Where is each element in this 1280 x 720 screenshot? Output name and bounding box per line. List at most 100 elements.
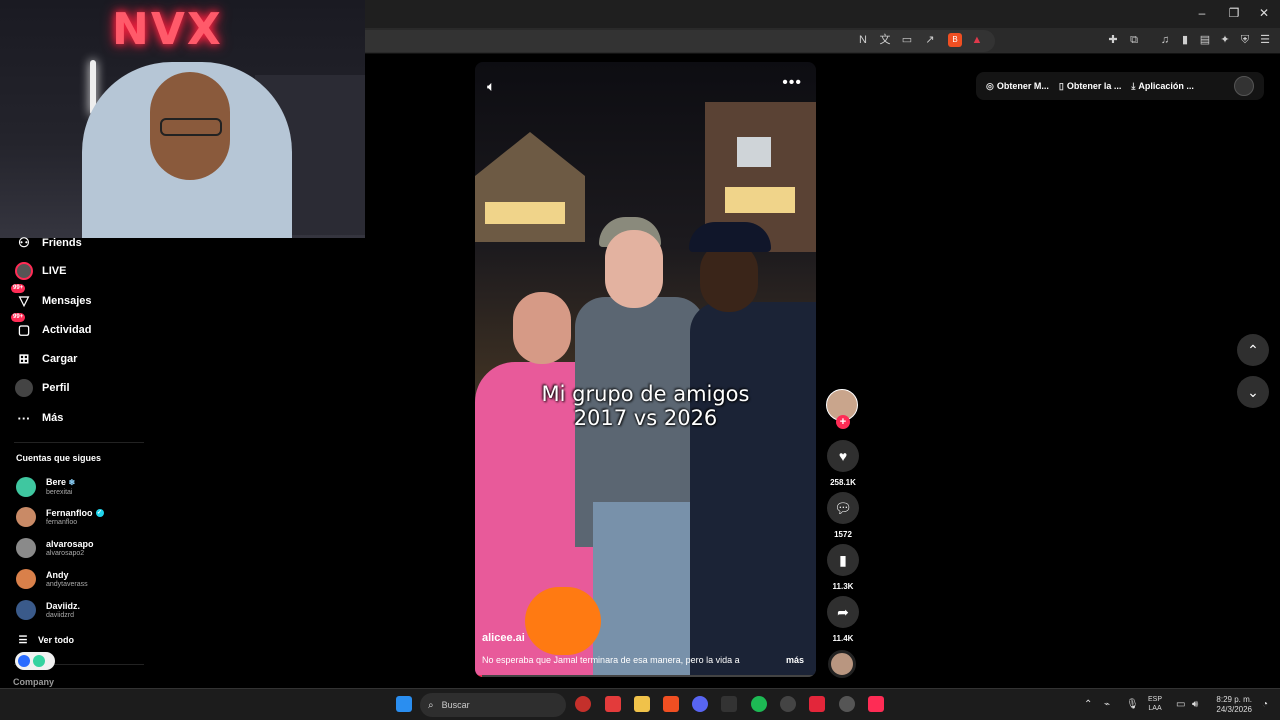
following-name: Fernanfloo [46,507,93,518]
app-icon[interactable] [721,696,737,712]
get-app-link[interactable]: ▯ Obtener la ... [1059,81,1121,92]
language-indicator[interactable]: ESP LAA [1148,695,1162,713]
following-item[interactable]: alvarosapo alvarosapo2 [16,536,94,560]
notification-icon[interactable]: ◔ [1262,699,1268,710]
clock-date: 24/3/2026 [1216,705,1252,714]
like-action[interactable]: ♥ 258.1K [826,440,860,487]
webcam-overlay: NVX [0,0,365,238]
snowflake-icon: ❄ [68,478,76,487]
wallet-icon[interactable]: ▤ [1198,33,1212,47]
obs-icon[interactable] [809,696,825,712]
following-item[interactable]: Andy andytaverass [16,567,88,591]
volume-tray-icon[interactable]: 🔊︎ [1192,699,1198,710]
share-icon[interactable]: ↗ [923,33,937,47]
sidebar-item-activity[interactable]: ▢ 99+ Actividad [11,313,92,342]
follow-plus-icon[interactable]: + [836,415,850,429]
more-link[interactable]: más [786,655,804,665]
clock[interactable]: 8:29 p. m. 24/3/2026 [1210,695,1252,715]
no-ads-icon[interactable]: N [856,33,870,47]
see-all-link[interactable]: ☰ Ver todo [16,628,75,652]
heart-icon[interactable]: ♥ [827,440,859,472]
windows-start-icon[interactable] [396,696,412,712]
next-video-button[interactable]: ⌄ [1237,376,1269,408]
translate-icon[interactable]: 文 [878,33,892,47]
following-username: berexitai [46,489,73,496]
comment-count: 1572 [834,530,852,539]
screen: – ❐ ✕ N 文 ▭ ↗ B ▲ ✚ ⧉ ♫ ▮ ▤ ✦ ⛨ ☰ NVX ⚇ … [0,0,1280,720]
sidebar-toggle-icon[interactable]: ▮ [1178,33,1192,47]
tray-chevron-icon[interactable]: ⌃ [1084,699,1092,710]
taskbar-search[interactable]: ⌕ Buscar [420,693,566,717]
progress-fill [475,675,482,677]
vpn-icon[interactable]: ⛨ [1238,33,1252,47]
lang-line: LAA [1148,705,1162,712]
spotify-icon[interactable] [751,696,767,712]
sidebar-item-profile[interactable]: Perfil [14,376,70,400]
progress-bar[interactable] [475,675,816,677]
sidebar-item-label: Actividad [42,324,92,336]
more-icon: ··· [17,410,31,426]
discord-icon[interactable] [692,696,708,712]
desktop-app-link[interactable]: ⤓ Aplicación ... [1131,81,1194,92]
restore-icon[interactable]: ❐ [1227,6,1241,20]
sidebar-item-label: Perfil [42,382,70,394]
effect-icon [18,655,30,667]
share-arrow-icon[interactable]: ➦ [827,596,859,628]
brave-shields-icon[interactable]: B [948,33,962,47]
lang-line: ESP [1148,696,1163,703]
close-icon[interactable]: ✕ [1257,6,1271,20]
brave-rewards-icon[interactable]: ▲ [970,33,984,47]
neon-sign: NVX [112,4,223,55]
steam-icon[interactable] [780,696,796,712]
user-avatar[interactable] [1234,76,1254,96]
video-author[interactable]: alicee.ai [482,632,525,644]
music-disc-icon[interactable] [828,650,856,678]
caption-line: 2017 vs 2026 [573,406,718,430]
share-count: 11.4K [832,634,854,643]
save-action[interactable]: ▮ 11.3K [826,544,860,591]
sidebar-item-upload[interactable]: ⊞ Cargar [14,347,78,371]
following-item[interactable]: Bere ❄ berexitai [16,475,75,499]
video-player[interactable]: Mi grupo de amigos 2017 vs 2026 🔈︎ ••• a… [475,62,816,677]
comment-action[interactable]: 💬︎ 1572 [826,492,860,539]
media-player-icon[interactable] [575,696,591,712]
previous-video-button[interactable]: ⌃ [1237,334,1269,366]
effect-house-button[interactable] [15,652,55,670]
windows-taskbar: ⌕ Buscar ⌃ ⌁ 🎙︎ ESP LAA ▭ 🔊︎ 8:29 p. m. … [0,688,1280,720]
extensions-icon[interactable]: ✚ [1106,33,1120,47]
browser-titlebar: – ❐ ✕ [365,0,1280,28]
following-item[interactable]: Fernanfloo ✓ fernanfloo [16,505,104,529]
profile-icon [14,378,34,398]
network-icon[interactable]: ⌁ [1104,699,1110,710]
get-coins-link[interactable]: ◎ Obtener M... [986,81,1049,92]
comment-icon[interactable]: 💬︎ [827,492,859,524]
microphone-icon[interactable]: 🎙︎ [1126,699,1139,710]
boy-face [605,230,663,308]
cop-face [700,242,758,312]
tab-search-icon[interactable]: ⧉ [1127,33,1141,47]
brave-browser-icon[interactable] [663,696,679,712]
sidebar-item-live[interactable]: LIVE [14,259,66,283]
sidebar-item-friends[interactable]: ⚇ Friends [14,231,82,255]
company-link[interactable]: Company [13,677,54,687]
bookmark-icon[interactable]: ▮ [827,544,859,576]
activity-badge: 99+ [11,313,26,322]
minimize-icon[interactable]: – [1195,6,1209,20]
app-icon[interactable] [605,696,621,712]
following-item[interactable]: Daviidz. daviidzrd [16,598,80,622]
sidebar-item-more[interactable]: ··· Más [14,406,64,430]
volume-icon[interactable]: 🔈︎ [487,78,495,95]
more-options-icon[interactable]: ••• [782,74,802,92]
file-explorer-icon[interactable] [634,696,650,712]
media-icon[interactable]: ♫ [1158,33,1172,47]
following-name: alvarosapo [46,538,94,549]
display-icon[interactable]: ▭ [1176,699,1185,710]
following-name: Daviidz. [46,600,81,611]
menu-icon[interactable]: ☰ [1258,33,1272,47]
settings-icon[interactable] [839,696,855,712]
leo-ai-icon[interactable]: ✦ [1218,33,1232,47]
sidebar-item-messages[interactable]: ▽ 99+ Mensajes [11,284,92,313]
share-action[interactable]: ➦ 11.4K [826,596,860,643]
cast-icon[interactable]: ▭ [900,33,914,47]
tiktok-icon[interactable] [868,696,884,712]
